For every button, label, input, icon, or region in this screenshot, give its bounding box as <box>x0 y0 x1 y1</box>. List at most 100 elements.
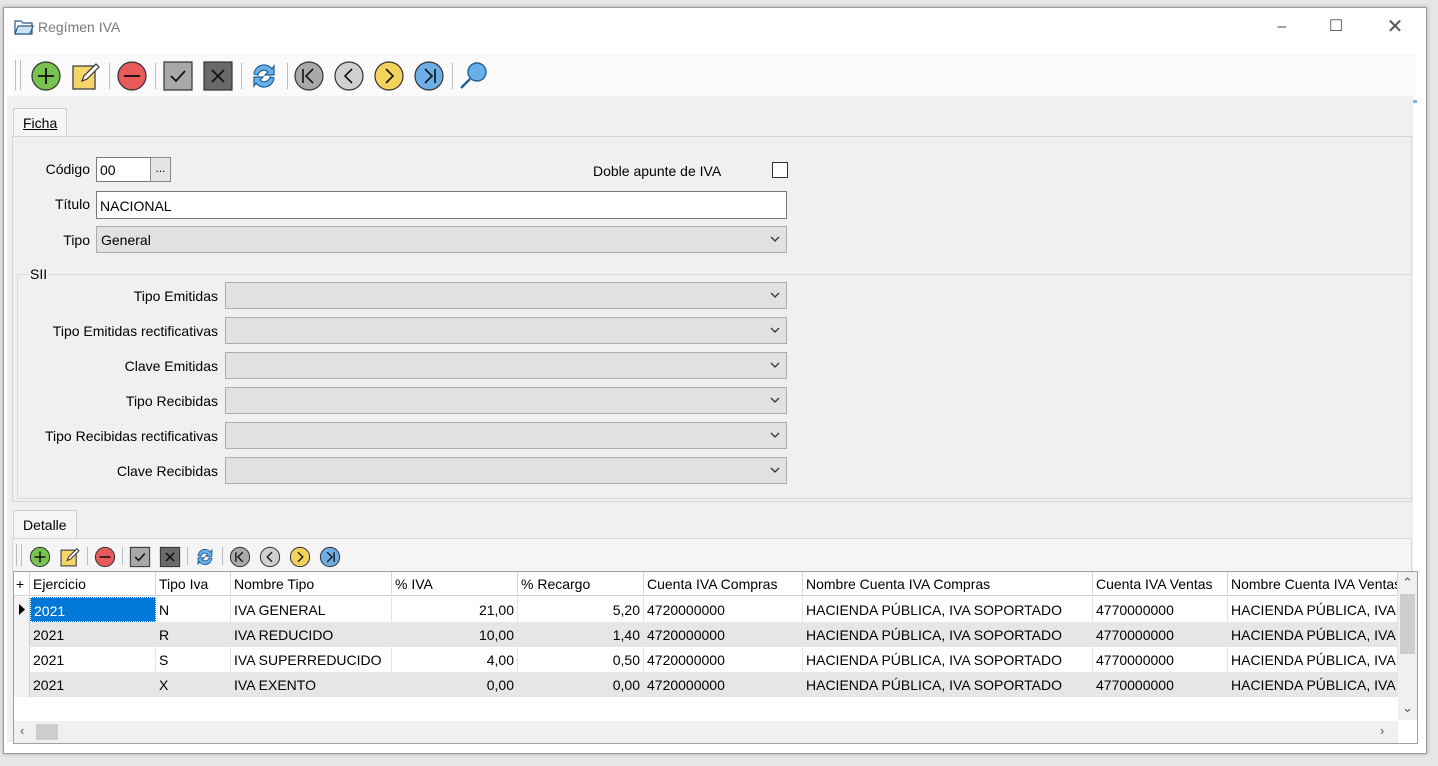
horizontal-scrollbar[interactable]: ‹ › <box>14 721 1398 743</box>
scroll-up-icon[interactable]: ⌃ <box>1402 575 1413 591</box>
grid-cell[interactable]: IVA EXENTO <box>231 672 392 697</box>
grid-cell[interactable]: IVA REDUCIDO <box>231 622 392 647</box>
grid-cell[interactable]: 2021 <box>30 597 156 622</box>
first-record-icon[interactable] <box>293 60 325 92</box>
codigo-lookup-button[interactable]: ... <box>150 157 171 182</box>
column-header[interactable]: Cuenta IVA Compras <box>644 572 803 596</box>
grid-cell[interactable]: HACIENDA PÚBLICA, IVA SOPORTADO <box>803 597 1093 622</box>
grid-cell[interactable]: 5,20 <box>518 597 644 622</box>
grid-cell[interactable]: 0,00 <box>392 672 518 697</box>
next-record-icon[interactable] <box>289 546 311 568</box>
tipo-emitidas-rect-select[interactable] <box>225 317 787 344</box>
grid-cell[interactable]: IVA SUPERREDUCIDO <box>231 647 392 672</box>
last-record-icon[interactable] <box>319 546 341 568</box>
tab-ficha[interactable]: Ficha <box>13 108 68 136</box>
tipo-recibidas-rect-label: Tipo Recibidas rectificativas <box>45 428 218 444</box>
grid-cell[interactable]: HACIENDA PÚBLICA, IVA SOPORTADO <box>803 622 1093 647</box>
maximize-button[interactable]: ☐ <box>1313 8 1359 46</box>
confirm-icon[interactable] <box>162 60 194 92</box>
search-icon[interactable] <box>458 60 490 92</box>
grid-cell[interactable]: HACIENDA PÚBLICA, IVA REPERCUTIDO <box>1228 647 1398 672</box>
grid-cell[interactable]: 0,50 <box>518 647 644 672</box>
column-header[interactable]: Nombre Cuenta IVA Compras <box>803 572 1093 596</box>
delete-icon[interactable] <box>116 60 148 92</box>
edit-icon[interactable] <box>59 546 81 568</box>
grid-cell[interactable]: 4720000000 <box>644 672 803 697</box>
refresh-icon[interactable] <box>194 546 216 568</box>
add-icon[interactable] <box>30 60 62 92</box>
next-record-icon[interactable] <box>373 60 405 92</box>
scroll-left-icon[interactable]: ‹ <box>20 723 24 738</box>
grid-cell[interactable]: 4720000000 <box>644 647 803 672</box>
grid-cell[interactable]: R <box>156 622 231 647</box>
delete-icon[interactable] <box>94 546 116 568</box>
close-button[interactable]: ✕ <box>1372 8 1418 46</box>
grid-cell[interactable]: HACIENDA PÚBLICA, IVA SOPORTADO <box>803 647 1093 672</box>
horizontal-scroll-thumb[interactable] <box>36 724 58 740</box>
tipo-recibidas-select[interactable] <box>225 387 787 414</box>
grid-cell[interactable]: 4770000000 <box>1093 597 1228 622</box>
confirm-icon[interactable] <box>129 546 151 568</box>
clave-recibidas-select[interactable] <box>225 457 787 484</box>
column-header[interactable]: % IVA <box>392 572 518 596</box>
codigo-input[interactable]: 00 <box>96 157 151 182</box>
column-header[interactable]: Nombre Cuenta IVA Ventas <box>1228 572 1398 596</box>
refresh-icon[interactable] <box>248 60 280 92</box>
tipo-emitidas-select[interactable] <box>225 282 787 309</box>
grid-cell[interactable]: HACIENDA PÚBLICA, IVA SOPORTADO <box>803 672 1093 697</box>
title-bar[interactable]: Regímen IVA – ☐ ✕ <box>4 8 1426 46</box>
clave-emitidas-select[interactable] <box>225 352 787 379</box>
grid-cell[interactable]: 21,00 <box>392 597 518 622</box>
cancel-icon[interactable] <box>159 546 181 568</box>
grid-cell[interactable]: 2021 <box>30 647 156 672</box>
grid-corner[interactable]: + <box>14 572 30 596</box>
grid-cell[interactable]: 4,00 <box>392 647 518 672</box>
tab-detalle[interactable]: Detalle <box>13 510 77 538</box>
tipo-select[interactable]: General <box>96 226 787 253</box>
column-header[interactable]: Ejercicio <box>30 572 156 596</box>
last-record-icon[interactable] <box>413 60 445 92</box>
grid-cell[interactable]: 4770000000 <box>1093 672 1228 697</box>
clave-recibidas-label: Clave Recibidas <box>116 463 218 479</box>
grid-cell[interactable]: 1,40 <box>518 622 644 647</box>
grid-cell[interactable]: X <box>156 672 231 697</box>
cancel-icon[interactable] <box>202 60 234 92</box>
grid-cell[interactable]: IVA GENERAL <box>231 597 392 622</box>
previous-record-icon[interactable] <box>333 60 365 92</box>
grid-cell[interactable]: S <box>156 647 231 672</box>
scroll-right-icon[interactable]: › <box>1380 723 1384 738</box>
grid-cell[interactable]: 4770000000 <box>1093 622 1228 647</box>
grid-cell[interactable]: HACIENDA PÚBLICA, IVA REPERCUTIDO <box>1228 622 1398 647</box>
vertical-scrollbar[interactable]: ⌃ ⌄ <box>1398 572 1417 720</box>
doble-apunte-checkbox[interactable] <box>772 162 788 178</box>
titulo-input[interactable]: NACIONAL <box>96 191 787 219</box>
grid-cell[interactable]: HACIENDA PÚBLICA, IVA REPERCUTIDO <box>1228 672 1398 697</box>
grid-cell[interactable]: 2021 <box>30 672 156 697</box>
column-header[interactable]: % Recargo <box>518 572 644 596</box>
vertical-scroll-thumb[interactable] <box>1400 594 1415 654</box>
row-indicator[interactable] <box>14 597 30 622</box>
column-header[interactable]: Nombre Tipo <box>231 572 392 596</box>
scroll-down-icon[interactable]: ⌄ <box>1402 700 1413 716</box>
add-icon[interactable] <box>29 546 51 568</box>
minimize-button[interactable]: – <box>1259 8 1305 46</box>
previous-record-icon[interactable] <box>259 546 281 568</box>
grid-cell[interactable]: N <box>156 597 231 622</box>
tipo-recibidas-rect-select[interactable] <box>225 422 787 449</box>
column-header[interactable]: Tipo Iva <box>156 572 231 596</box>
detalle-toolbar-grip[interactable] <box>16 544 22 566</box>
grid-cell[interactable]: 0,00 <box>518 672 644 697</box>
grid-cell[interactable]: 2021 <box>30 622 156 647</box>
grid-cell[interactable]: 4770000000 <box>1093 647 1228 672</box>
grid-cell[interactable]: HACIENDA PÚBLICA, IVA REPERCUTIDO <box>1228 597 1398 622</box>
grid-cell[interactable]: 10,00 <box>392 622 518 647</box>
grid-cell[interactable]: 4720000000 <box>644 622 803 647</box>
row-indicator[interactable] <box>14 622 30 647</box>
row-indicator[interactable] <box>14 672 30 697</box>
grid-cell[interactable]: 4720000000 <box>644 597 803 622</box>
row-indicator[interactable] <box>14 647 30 672</box>
first-record-icon[interactable] <box>229 546 251 568</box>
toolbar-grip[interactable] <box>15 60 21 90</box>
column-header[interactable]: Cuenta IVA Ventas <box>1093 572 1228 596</box>
edit-icon[interactable] <box>70 60 102 92</box>
